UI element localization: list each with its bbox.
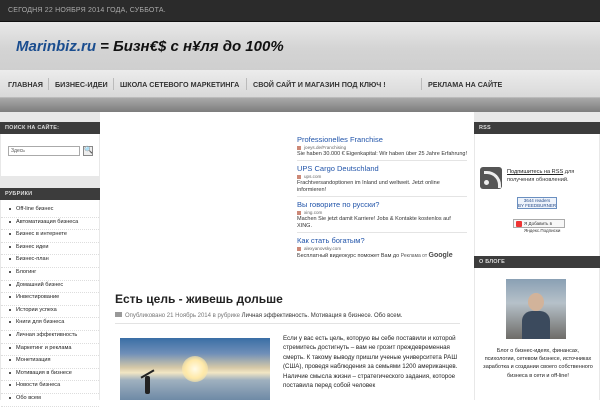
rubrics-title: РУБРИКИ [0, 188, 100, 200]
rubric-item[interactable]: Маркетинг и реклама [1, 344, 99, 357]
author-photo [506, 279, 566, 339]
ads-by-google[interactable]: Реклама от Google [401, 252, 453, 259]
rubric-item[interactable]: Off-line бизнес [1, 205, 99, 218]
rubric-item[interactable]: Бизнес в интернете [1, 230, 99, 243]
rubric-item[interactable]: Обо всем [1, 394, 99, 407]
about-widget: Блог о бизнес-идеях, финансах, психологи… [475, 268, 599, 413]
about-widget-title: О БЛОГЕ [474, 256, 600, 268]
ad-title[interactable]: Professionelles Franchise [297, 135, 467, 144]
ad-description: Machen Sie jetzt damit Karriere! Jobs & … [297, 216, 467, 233]
subscribe-text: Подпишитесь на RSS для получения обновле… [507, 169, 575, 183]
about-text: Блог о бизнес-идеях, финансах, психологи… [483, 348, 593, 379]
ad-item[interactable]: Вы говорите по русски? xing.com Machen S… [297, 200, 467, 233]
site-logo[interactable]: Marinbiz.ru = Бизн€$ с н¥ля до 100% [16, 38, 284, 55]
author-body [522, 311, 550, 339]
ad-description: Frachtversandoptionen im Inland und welt… [297, 180, 467, 197]
post-meta: Опубликовано 21 Ноябрь 2014 в рубрике Ли… [115, 312, 460, 324]
nav-network-marketing-school[interactable]: ШКОЛА СЕТЕВОГО МАРКЕТИНГА [120, 80, 239, 89]
nav-business-ideas[interactable]: БИЗНЕС-ИДЕИ [55, 80, 108, 89]
logo-slogan: = Бизн€$ с н¥ля до 100% [96, 38, 284, 55]
favicon-icon [297, 211, 301, 215]
ad-title[interactable]: Вы говорите по русски? [297, 200, 467, 209]
search-widget-title: ПОИСК НА САЙТЕ: [0, 122, 100, 134]
rubric-item[interactable]: Истории успеха [1, 306, 99, 319]
ad-url: joeys.de/Franchising [297, 144, 467, 151]
nav-own-site-shop[interactable]: СВОЙ САЙТ И МАГАЗИН ПОД КЛЮЧ ! [253, 80, 386, 89]
nav-divider [246, 78, 247, 90]
ad-url: xing.com [297, 209, 467, 216]
rubric-item[interactable]: Мотивация в бизнесе [1, 369, 99, 382]
rubric-item[interactable]: Бизнес-план [1, 255, 99, 268]
logo-site-name: Marinbiz.ru [16, 38, 97, 55]
ad-description: Sie haben 30.000 € Eigenkapital: Wir hab… [297, 151, 467, 161]
rubric-item[interactable]: Домашний бизнес [1, 281, 99, 294]
person-silhouette [145, 376, 150, 394]
ad-url: alexyanovsky.com [297, 245, 467, 252]
current-date: СЕГОДНЯ 22 НОЯБРЯ 2014 ГОДА, СУББОТА. [8, 7, 166, 14]
search-icon[interactable]: 🔍 [83, 146, 93, 156]
right-sidebar: RSS Подпишитесь на RSS для получения обн… [474, 112, 600, 413]
post-categories[interactable]: Личная эффективность. Мотивация в бизнес… [242, 313, 403, 319]
post-title[interactable]: Есть цель - живешь дольше [115, 292, 283, 306]
rubric-item[interactable]: Книги для бизнеса [1, 318, 99, 331]
sun-glow [182, 356, 208, 382]
search-widget: 🔍 [1, 134, 99, 176]
ad-url: ups.com [297, 173, 467, 180]
post-image [120, 338, 270, 400]
main-content: Professionelles Franchise joeys.de/Franc… [100, 112, 474, 400]
search-input[interactable] [8, 146, 80, 156]
site-header: Marinbiz.ru = Бизн€$ с н¥ля до 100% [0, 22, 600, 70]
ad-description: Бесплатный видеокурс поможет Вам до Рекл… [297, 252, 453, 259]
nav-advertising[interactable]: РЕКЛАМА НА САЙТЕ [428, 80, 502, 89]
yandex-subscribe-button[interactable]: Я Добавить в Яндекс.Подписки [513, 219, 565, 233]
main-nav: ГЛАВНАЯ БИЗНЕС-ИДЕИ ШКОЛА СЕТЕВОГО МАРКЕ… [0, 70, 600, 98]
rubric-item[interactable]: Бизнес идеи [1, 243, 99, 256]
rubrics-list: Off-line бизнес Автоматизация бизнеса Би… [1, 200, 99, 407]
ad-title[interactable]: UPS Cargo Deutschland [297, 164, 467, 173]
favicon-icon [297, 146, 301, 150]
ad-item[interactable]: UPS Cargo Deutschland ups.com Frachtvers… [297, 164, 467, 197]
nav-divider [48, 78, 49, 90]
nav-divider [113, 78, 114, 90]
nav-home[interactable]: ГЛАВНАЯ [8, 80, 43, 89]
ad-block: Professionelles Franchise joeys.de/Franc… [297, 135, 467, 265]
nav-divider [421, 78, 422, 90]
post-excerpt: Если у вас есть цель, которую вы себе по… [283, 335, 458, 390]
favicon-icon [297, 175, 301, 179]
favicon-icon [297, 247, 301, 251]
subscribe-link[interactable]: Подпишитесь на RSS [507, 169, 563, 175]
ad-item[interactable]: Как стать богатым? alexyanovsky.com Бесп… [297, 236, 467, 262]
header-strip [0, 98, 600, 112]
rubric-item[interactable]: Монетизация [1, 356, 99, 369]
rss-icon[interactable] [480, 167, 502, 189]
rubric-item[interactable]: Личная эффективность [1, 331, 99, 344]
ad-item[interactable]: Professionelles Franchise joeys.de/Franc… [297, 135, 467, 161]
rubric-item[interactable]: Новости бизнеса [1, 381, 99, 394]
ad-title[interactable]: Как стать богатым? [297, 236, 467, 245]
rss-widget: Подпишитесь на RSS для получения обновле… [475, 134, 599, 256]
folder-icon [115, 312, 122, 317]
rubric-item[interactable]: Автоматизация бизнеса [1, 218, 99, 231]
feedburner-counter[interactable]: 3644 readers BY FEEDBURNER [517, 197, 557, 209]
rss-widget-title: RSS [474, 122, 600, 134]
left-sidebar: ПОИСК НА САЙТЕ: 🔍 РУБРИКИ Off-line бизне… [0, 112, 100, 407]
author-face [528, 293, 544, 311]
rubric-item[interactable]: Блогинг [1, 268, 99, 281]
rubric-item[interactable]: Инвестирование [1, 293, 99, 306]
top-bar: СЕГОДНЯ 22 НОЯБРЯ 2014 ГОДА, СУББОТА. [0, 0, 600, 22]
